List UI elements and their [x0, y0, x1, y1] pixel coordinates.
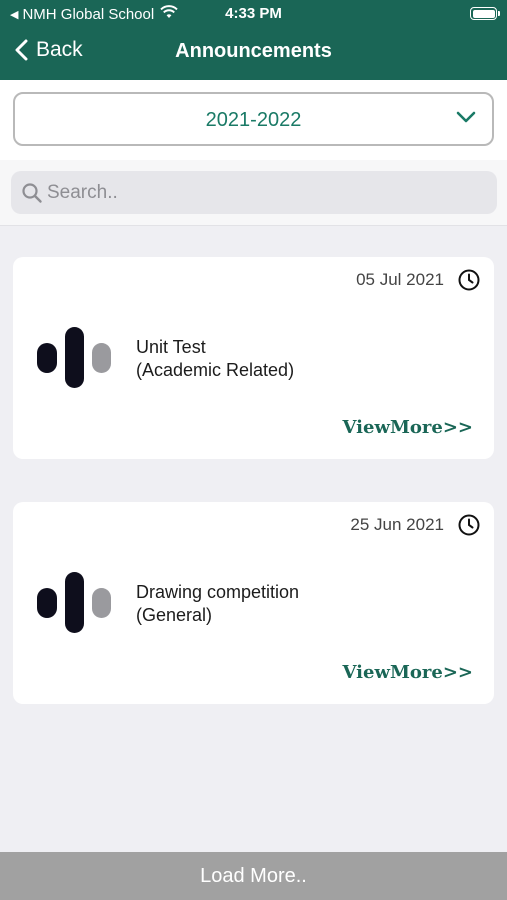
year-selector-band: 2021-2022	[0, 80, 507, 160]
page-title: Announcements	[175, 40, 332, 62]
announcement-date: 05 Jul 2021	[356, 270, 444, 289]
year-selected-value: 2021-2022	[205, 109, 302, 131]
view-more-link[interactable]: ViewMore>>	[343, 662, 473, 683]
clock-icon	[458, 514, 480, 536]
announcement-category: (Academic Related)	[136, 360, 295, 380]
clock-icon	[458, 269, 480, 291]
announcement-date: 25 Jun 2021	[350, 515, 444, 534]
announcement-title: Drawing competition	[136, 582, 300, 602]
navigation-bar: Back Announcements	[0, 28, 507, 78]
battery-icon	[470, 7, 500, 20]
view-more-link[interactable]: ViewMore>>	[343, 417, 473, 438]
load-more-button[interactable]: Load More..	[0, 852, 507, 900]
chevron-down-icon	[456, 111, 476, 123]
announcement-title: Unit Test	[136, 337, 206, 357]
announcement-text: Drawing competition (General)	[136, 581, 299, 627]
announcement-text: Unit Test (Academic Related)	[136, 336, 294, 382]
announcement-card[interactable]: 05 Jul 2021 Unit Test (Academic Related)…	[13, 257, 494, 459]
year-dropdown[interactable]: 2021-2022	[13, 92, 494, 146]
search-bar[interactable]	[11, 171, 497, 214]
search-band	[0, 160, 507, 226]
search-icon	[22, 183, 42, 203]
app-logo-icon	[37, 572, 111, 633]
search-input[interactable]	[47, 171, 487, 214]
announcement-category: (General)	[136, 605, 213, 625]
status-bar: ◀ NMH Global School 4:33 PM	[0, 0, 507, 28]
app-header: ◀ NMH Global School 4:33 PM Back Announc…	[0, 0, 507, 80]
app-logo-icon	[37, 327, 111, 388]
status-time: 4:33 PM	[225, 5, 282, 22]
announcement-card[interactable]: 25 Jun 2021 Drawing competition (General…	[13, 502, 494, 704]
